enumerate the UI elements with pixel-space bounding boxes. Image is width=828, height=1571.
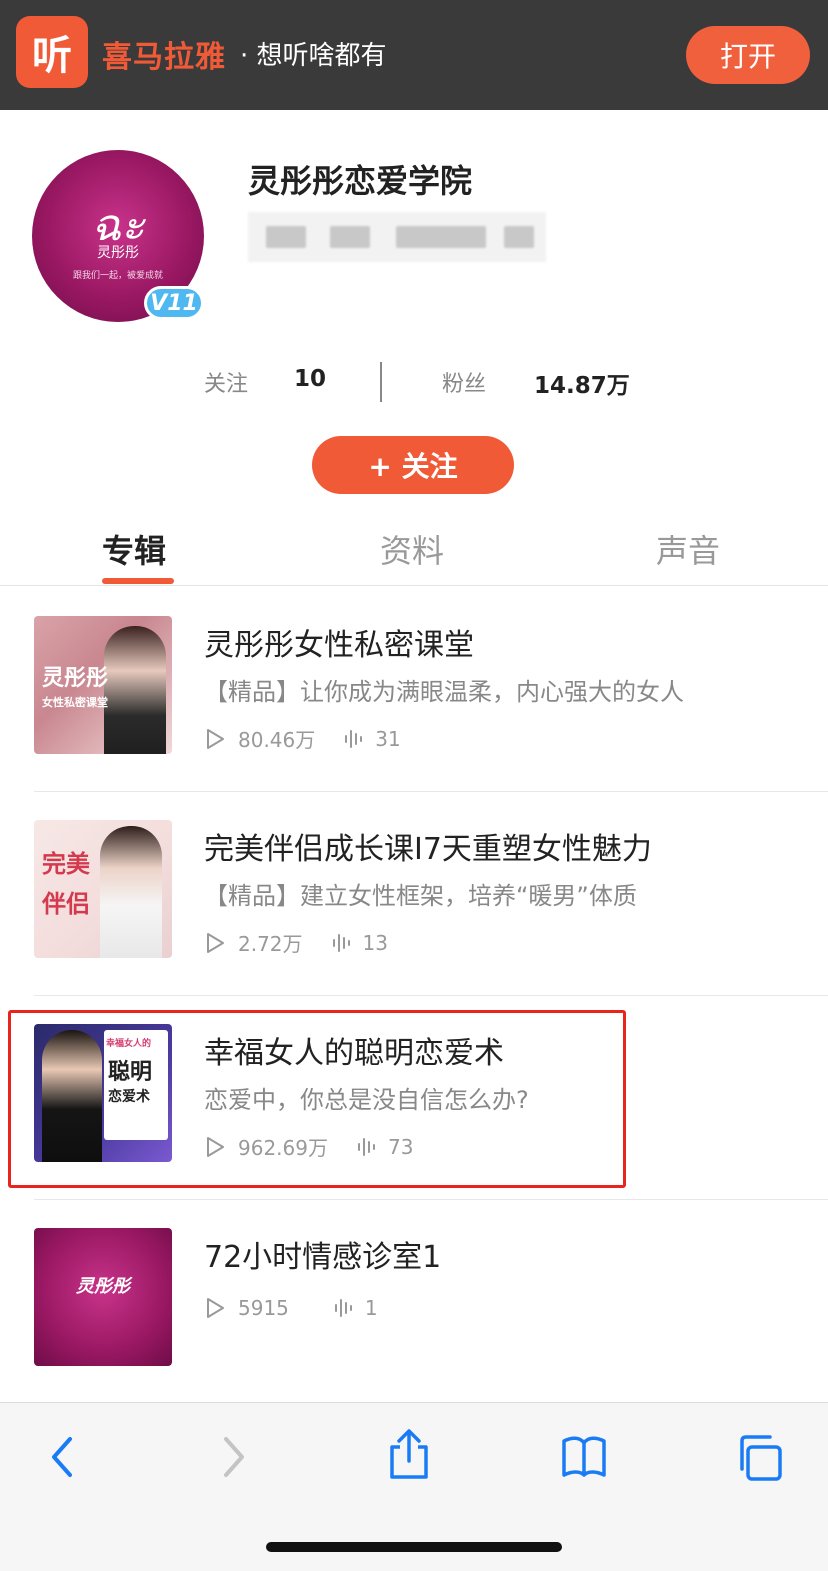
share-icon[interactable] (386, 1427, 432, 1481)
cover-person (104, 626, 166, 754)
album-meta: 5915 1 (204, 1296, 378, 1320)
avatar-tagline: 跟我们一起，被爱成就 (72, 271, 163, 281)
tabs-icon[interactable] (734, 1433, 784, 1483)
play-count: 5915 (238, 1296, 289, 1320)
brand-slogan: · 想听啥都有 (240, 41, 387, 71)
following-stat[interactable]: 关注 (204, 366, 248, 402)
bookmarks-icon[interactable] (560, 1433, 608, 1481)
track-count: 1 (364, 1296, 378, 1320)
album-cover: 灵彤彤 女性私密课堂 (34, 616, 172, 754)
level-badge: V11 (144, 286, 204, 320)
cover-subtitle: 伴侣 (42, 889, 90, 918)
profile-tabs: 专辑 资料 声音 (0, 520, 828, 586)
tab-profile-info[interactable]: 资料 (380, 526, 444, 572)
fans-count-wrap: 14.87万 (534, 366, 630, 402)
album-cover: 完美 伴侣 (34, 820, 172, 958)
brand-name: 喜马拉雅 (102, 40, 226, 75)
cover-title: 灵彤彤 (76, 1276, 130, 1297)
track-count: 31 (375, 726, 401, 751)
album-subtitle: 【精品】建立女性框架，培养“暖男”体质 (204, 882, 637, 910)
album-item[interactable]: 完美 伴侣 完美伴侣成长课I7天重塑女性魅力 【精品】建立女性框架，培养“暖男”… (0, 792, 828, 996)
cover-title: 灵彤彤 (42, 666, 109, 691)
app-download-banner: 听 喜马拉雅 · 想听啥都有 打开 (0, 0, 828, 110)
album-item[interactable]: 灵彤彤 72小时情感诊室1 5915 1 (0, 1200, 828, 1404)
track-count: 13 (362, 930, 388, 955)
fans-count: 14.87万 (534, 373, 630, 399)
active-tab-indicator (102, 578, 174, 584)
fans-stat[interactable]: 粉丝 (442, 366, 486, 402)
open-app-button[interactable]: 打开 (686, 26, 810, 84)
play-icon (207, 932, 224, 953)
ximalaya-app-icon: 听 (16, 16, 88, 88)
album-meta: 2.72万 13 (204, 928, 388, 957)
album-title[interactable]: 72小时情感诊室1 (204, 1232, 441, 1276)
play-count: 2.72万 (238, 932, 303, 956)
fans-label: 粉丝 (442, 372, 487, 397)
following-label: 关注 (204, 372, 249, 397)
back-icon[interactable] (44, 1433, 80, 1481)
profile-name: 灵彤彤恋爱学院 (248, 162, 473, 200)
play-icon (207, 728, 224, 749)
album-cover: 灵彤彤 (34, 1228, 172, 1366)
album-item[interactable]: 灵彤彤 女性私密课堂 灵彤彤女性私密课堂 【精品】让你成为满眼温柔，内心强大的女… (0, 588, 828, 792)
cover-person (100, 826, 162, 958)
album-title[interactable]: 完美伴侣成长课I7天重塑女性魅力 (204, 824, 652, 868)
highlight-annotation (8, 1010, 626, 1188)
follow-button[interactable]: + 关注 (312, 436, 514, 494)
stats-divider (380, 362, 382, 402)
tab-tracks[interactable]: 声音 (656, 526, 720, 572)
forward-icon[interactable] (216, 1433, 252, 1481)
cover-title: 完美 (42, 849, 90, 878)
album-meta: 80.46万 31 (204, 724, 401, 753)
following-count-wrap: 10 (294, 366, 326, 402)
play-count: 80.46万 (238, 728, 316, 752)
album-subtitle: 【精品】让你成为满眼温柔，内心强大的女人 (204, 678, 684, 706)
play-icon (207, 1298, 224, 1318)
track-count-icon (345, 729, 363, 748)
avatar-brand-text: 灵彤彤 (97, 245, 139, 261)
track-count-icon (334, 1299, 352, 1317)
app-icon-glyph: 听 (32, 33, 72, 79)
following-count: 10 (294, 366, 327, 392)
track-count-icon (332, 933, 350, 952)
tab-albums[interactable]: 专辑 (102, 526, 166, 572)
blurred-info (248, 212, 546, 262)
cover-subtitle: 女性私密课堂 (42, 696, 108, 709)
home-indicator[interactable] (266, 1542, 562, 1552)
album-title[interactable]: 灵彤彤女性私密课堂 (204, 620, 474, 664)
